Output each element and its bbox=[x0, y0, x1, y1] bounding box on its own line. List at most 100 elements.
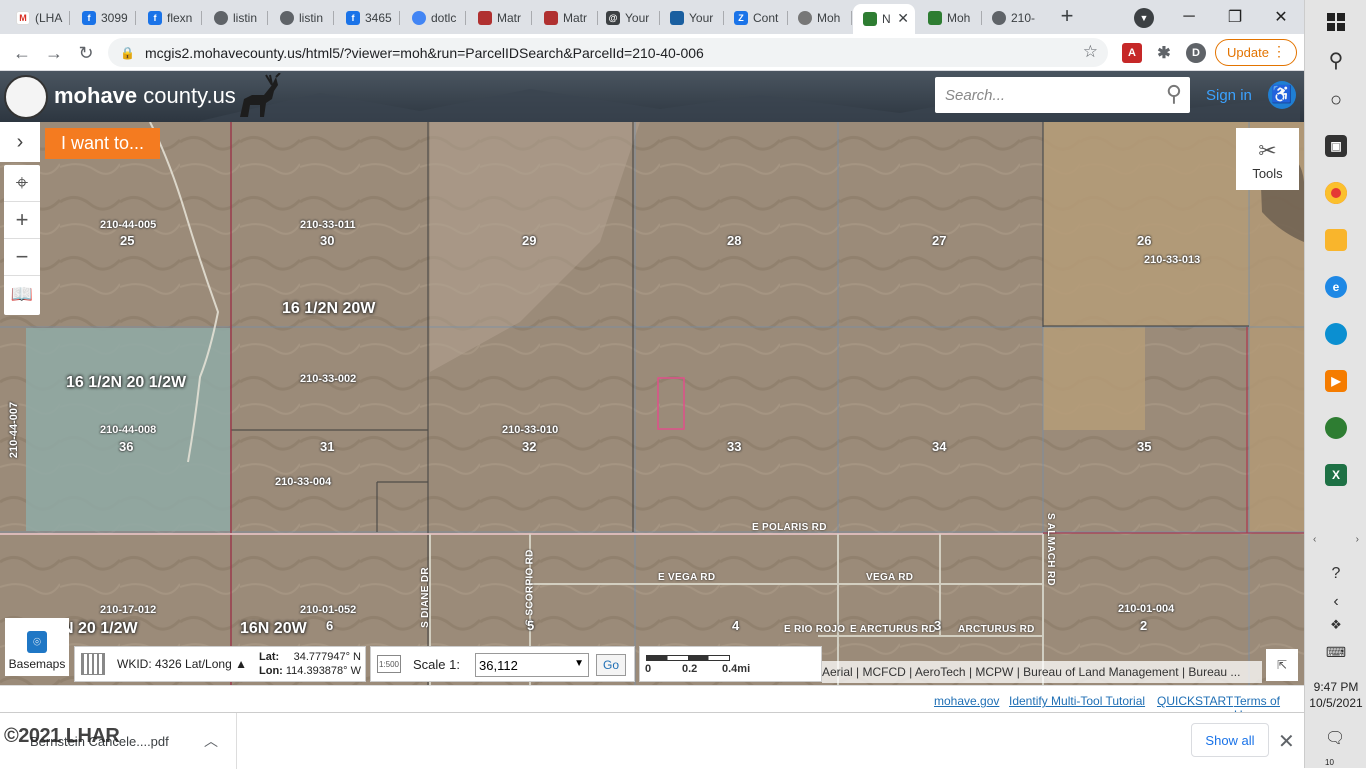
browser-tab[interactable]: listin bbox=[204, 4, 268, 32]
road-label: E ARCTURUS RD bbox=[850, 624, 937, 635]
globe-icon bbox=[992, 11, 1006, 25]
cortana-icon[interactable]: ○ bbox=[1305, 78, 1366, 122]
section-label: 6 bbox=[326, 618, 334, 633]
extensions-puzzle-icon[interactable]: ✱ bbox=[1154, 43, 1174, 63]
flexmls-icon: f bbox=[346, 11, 360, 25]
wkid-selector[interactable]: WKID: 4326 Lat/Long ▲ bbox=[117, 657, 247, 671]
chevron-up-icon[interactable]: ︿ bbox=[204, 731, 218, 751]
tab-search-icon[interactable]: ▼ bbox=[1134, 8, 1154, 28]
close-icon[interactable]: ✕ bbox=[1278, 729, 1295, 754]
basemaps-button[interactable]: ⌾ Basemaps bbox=[5, 618, 69, 676]
road-label: ARCTURUS RD bbox=[958, 624, 1035, 635]
media-player-icon[interactable]: ▶ bbox=[1305, 359, 1366, 403]
show-all-button[interactable]: Show all bbox=[1191, 723, 1269, 757]
browser-tab[interactable]: Z Cont bbox=[724, 4, 788, 32]
minimize-icon[interactable]: ─ bbox=[1166, 4, 1212, 30]
reload-icon[interactable]: ↻ bbox=[74, 41, 98, 65]
locate-icon[interactable]: ⌖ bbox=[4, 165, 40, 202]
file-explorer-icon[interactable] bbox=[1305, 218, 1366, 262]
county-seal-logo[interactable] bbox=[4, 75, 48, 119]
url-text[interactable]: mcgis2.mohavecounty.us/html5/?viewer=moh… bbox=[145, 45, 704, 61]
browser-tab[interactable]: Matr bbox=[468, 4, 532, 32]
quickstart-link[interactable]: QUICKSTART bbox=[1157, 694, 1233, 708]
flexmls-icon: f bbox=[82, 11, 96, 25]
edge-icon[interactable] bbox=[1305, 312, 1366, 356]
restore-icon[interactable]: ❐ bbox=[1212, 4, 1258, 30]
window-close-icon[interactable]: ✕ bbox=[1258, 4, 1304, 30]
more-vert-icon: ⋮ bbox=[1272, 43, 1286, 59]
doc-icon: @ bbox=[606, 11, 620, 25]
keyboard-icon[interactable]: ⌨ bbox=[1305, 630, 1366, 674]
browser-tab[interactable]: f 3465 bbox=[336, 4, 400, 32]
internet-explorer-icon[interactable]: e bbox=[1305, 265, 1366, 309]
go-button[interactable]: Go bbox=[596, 654, 626, 676]
site-search-input[interactable]: Search... ⚲ bbox=[935, 77, 1190, 113]
forward-icon[interactable]: → bbox=[42, 41, 66, 65]
zoom-out-icon[interactable]: − bbox=[4, 239, 40, 276]
i-want-to-button[interactable]: I want to... bbox=[45, 128, 160, 159]
section-label: 33 bbox=[727, 439, 742, 454]
latitude-value: 34.777947° N bbox=[293, 651, 361, 663]
scale-icon[interactable]: 1:500 bbox=[377, 655, 401, 673]
taskbar-scroll[interactable]: ‹ › bbox=[1305, 534, 1366, 548]
browser-tab[interactable]: listin bbox=[270, 4, 334, 32]
browser-tab[interactable]: 210- bbox=[982, 4, 1046, 32]
site-logo-text[interactable]: mohave county.us bbox=[54, 83, 236, 109]
browser-tab[interactable]: Moh bbox=[788, 4, 852, 32]
new-tab-button[interactable]: + bbox=[1056, 5, 1078, 27]
accessibility-icon[interactable]: ♿ bbox=[1268, 81, 1296, 109]
identify-tutorial-link[interactable]: Identify Multi-Tool Tutorial bbox=[1009, 694, 1145, 708]
expand-panel-button[interactable]: › bbox=[0, 122, 40, 162]
tools-button[interactable]: ✂ Tools bbox=[1236, 128, 1299, 190]
address-bar[interactable]: 🔒 mcgis2.mohavecounty.us/html5/?viewer=m… bbox=[108, 38, 1108, 67]
browser-tab[interactable]: f flexn bbox=[138, 4, 202, 32]
search-icon[interactable]: ⚲ bbox=[1166, 81, 1182, 107]
adobe-pdf-icon[interactable]: A bbox=[1122, 43, 1142, 63]
collapse-arrow-icon[interactable]: ⇱ bbox=[1266, 649, 1298, 681]
system-clock[interactable]: 9:47 PM 10/5/2021 bbox=[1305, 679, 1366, 711]
search-icon[interactable]: ⚲ bbox=[1305, 38, 1366, 82]
sign-in-link[interactable]: Sign in bbox=[1206, 87, 1252, 104]
flexmls-icon: f bbox=[148, 11, 162, 25]
browser-tab[interactable]: Matr bbox=[534, 4, 598, 32]
map-icon bbox=[863, 12, 877, 26]
chevron-down-icon: ▼ bbox=[574, 658, 584, 669]
parcel-label: 210-01-052 bbox=[300, 604, 357, 616]
mohave-gov-link[interactable]: mohave.gov bbox=[934, 694, 999, 708]
browser-tab[interactable]: f 3099 bbox=[72, 4, 136, 32]
excel-icon[interactable]: X bbox=[1305, 453, 1366, 497]
grid-icon[interactable] bbox=[81, 653, 105, 675]
download-bar: Bernstein Cancele....pdf ︿ ©2021 LHAR Sh… bbox=[0, 712, 1304, 769]
close-tab-icon[interactable]: ✕ bbox=[897, 10, 909, 27]
road-label-vertical: S SCORPIO RD bbox=[524, 549, 536, 626]
bookmark-star-icon[interactable]: ☆ bbox=[1083, 42, 1098, 62]
browser-tab-active[interactable]: N ✕ bbox=[853, 4, 915, 34]
road-label-vertical: S DIANE DR bbox=[419, 567, 431, 628]
browser-tab[interactable]: Moh bbox=[918, 4, 982, 32]
lat-lon-readout: Lat: 34.777947° N Lon: 114.393878° W bbox=[259, 651, 361, 677]
store-icon[interactable]: ▣ bbox=[1305, 124, 1366, 168]
browser-tab[interactable]: dotlc bbox=[402, 4, 466, 32]
section-label: 26 bbox=[1137, 233, 1152, 248]
profile-avatar[interactable]: D bbox=[1186, 43, 1206, 63]
gmail-icon: M bbox=[16, 11, 30, 25]
browser-tab[interactable]: M (LHA bbox=[6, 4, 70, 32]
scale-select[interactable]: 36,112 ▼ bbox=[475, 653, 589, 677]
site-footer: mohave.gov Identify Multi-Tool Tutorial … bbox=[0, 685, 1304, 722]
map-navigation-controls: ⌖ + − 📖 bbox=[4, 165, 40, 315]
map-view[interactable]: 210-44-005 25 210-33-011 30 29 28 27 26 … bbox=[0, 122, 1304, 685]
bookmarks-book-icon[interactable]: 📖 bbox=[4, 276, 40, 313]
browser-tab[interactable]: Your bbox=[660, 4, 724, 32]
browser-tab-strip: M (LHA f 3099 f flexn listin listin f 3465 d… bbox=[0, 0, 1304, 34]
browser-toolbar: ← → ↻ 🔒 mcgis2.mohavecounty.us/html5/?vi… bbox=[0, 34, 1304, 71]
aerial-imagery bbox=[0, 122, 1304, 685]
zoom-in-icon[interactable]: + bbox=[4, 202, 40, 239]
browser-tab[interactable]: @ Your bbox=[596, 4, 660, 32]
section-label: 2 bbox=[1140, 618, 1148, 633]
back-icon[interactable]: ← bbox=[10, 41, 34, 65]
notifications-icon[interactable]: 🗨10 bbox=[1325, 728, 1347, 767]
chrome-icon[interactable] bbox=[1305, 171, 1366, 215]
update-button[interactable]: Update ⋮ bbox=[1215, 39, 1297, 66]
edge-dev-icon[interactable] bbox=[1305, 406, 1366, 450]
dotloop-icon bbox=[412, 11, 426, 25]
